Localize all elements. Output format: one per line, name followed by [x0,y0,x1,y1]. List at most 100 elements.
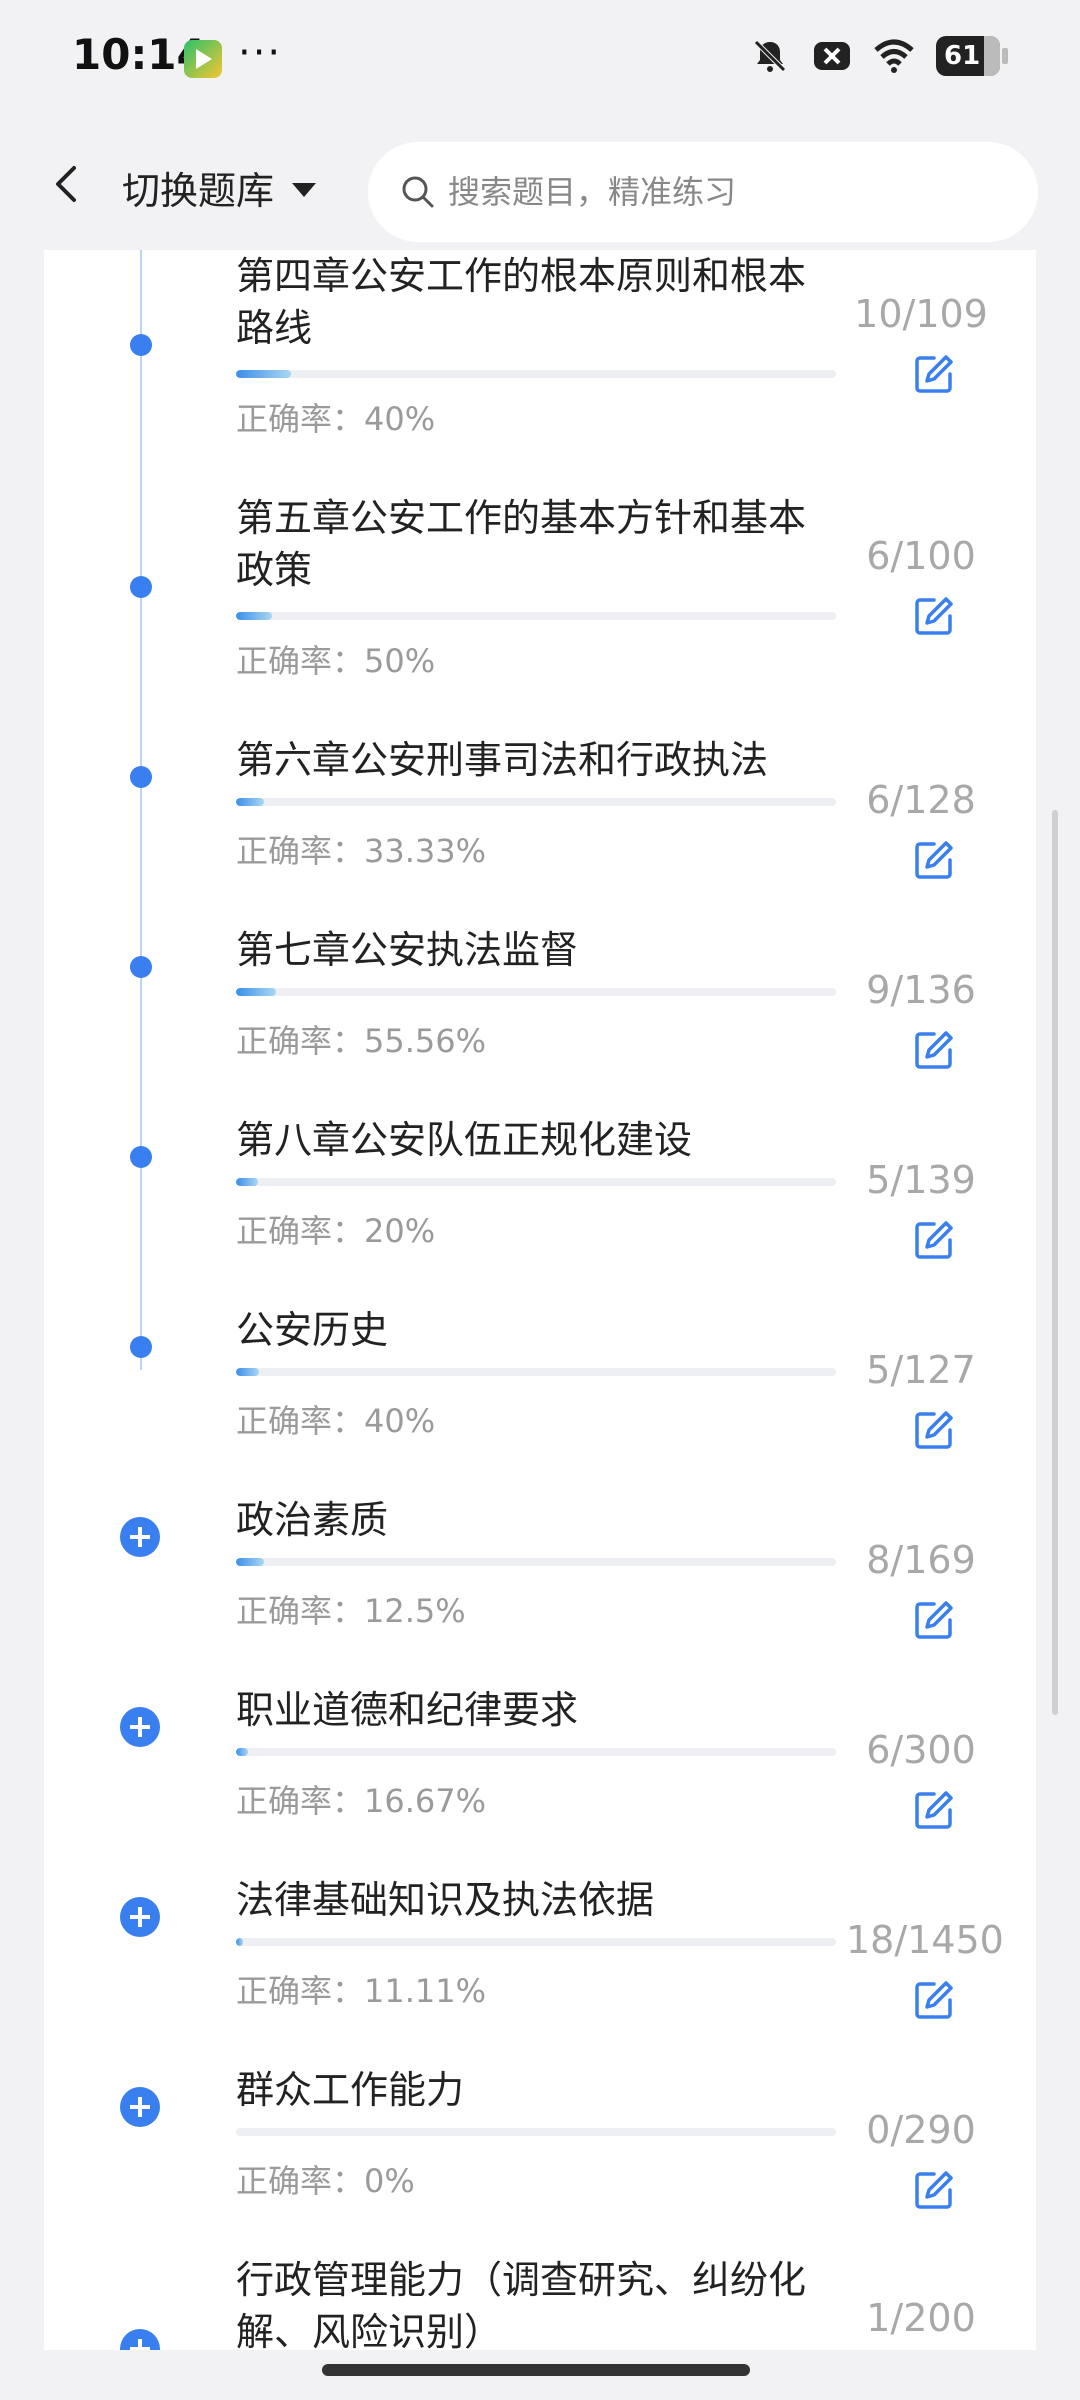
wifi-icon [874,39,914,73]
edit-practice-icon[interactable] [912,2168,956,2212]
edit-practice-icon[interactable] [912,1788,956,1832]
battery-icon: 61 [936,36,1008,76]
progress-fill [236,1368,260,1376]
search-icon [402,176,434,208]
chapter-title: 公安历史 [236,1308,389,1352]
timeline-dot [130,956,152,978]
chapter-title: 职业道德和纪律要求 [236,1688,579,1732]
question-count: 5/127 [866,1348,976,1392]
chapter-row[interactable]: 群众工作能力 正确率：0% 0/290 [44,2064,1036,2254]
edit-practice-icon[interactable] [912,1978,956,2022]
progress-fill [236,988,276,996]
chapter-title: 第七章公安执法监督 [236,928,579,972]
bell-muted-icon [754,40,786,72]
expand-plus-icon[interactable] [120,1897,160,1937]
battery-level: 61 [944,41,981,71]
chapter-title: 法律基础知识及执法依据 [236,1878,655,1922]
more-notifications-icon: ··· [238,30,283,76]
accuracy-text: 正确率：40% [236,400,436,438]
chapter-list: 第四章公安工作的根本原则和根本路线 正确率：40% 10/109 第五章公安工作的基… [44,250,1036,2350]
progress-fill [236,1938,244,1946]
chapter-row[interactable]: 第八章公安队伍正规化建设正确率：20% 5/139 [44,1114,1036,1304]
question-count: 8/169 [866,1538,976,1582]
chapter-row[interactable]: 政治素质正确率：12.5% 8/169 [44,1494,1036,1684]
expand-plus-icon[interactable] [120,2329,160,2350]
progress-bar [236,798,836,806]
question-count: 6/100 [866,534,976,578]
home-indicator[interactable] [322,2364,750,2376]
progress-bar [236,1558,836,1566]
back-arrow-icon[interactable] [44,160,92,208]
chapter-title: 政治素质 [236,1498,389,1542]
search-input[interactable] [448,173,1008,211]
accuracy-text: 正确率：0% [236,2162,415,2200]
app-notification-icon [184,40,222,78]
expand-plus-icon[interactable] [120,2087,160,2127]
edit-practice-icon[interactable] [912,1218,956,1262]
accuracy-text: 正确率：12.5% [236,1592,466,1630]
progress-fill [236,1178,258,1186]
chapter-row[interactable]: 第五章公安工作的基本方针和基本政策正确率：50% 6/100 [44,492,1036,682]
accuracy-text: 正确率：55.56% [236,1022,487,1060]
chapter-title: 行政管理能力（调查研究、纠纷化解、风险识别） [236,2258,807,2350]
question-count: 5/139 [866,1158,976,1202]
chapter-title: 第八章公安队伍正规化建设 [236,1118,693,1162]
chapter-row[interactable]: 公安历史正确率：40% 5/127 [44,1304,1036,1494]
edit-practice-icon[interactable] [912,1598,956,1642]
progress-bar [236,2128,836,2136]
chapter-row[interactable]: 第六章公安刑事司法和行政执法正确率：33.33% 6/128 [44,734,1036,924]
question-count: 1/200 [866,2296,976,2340]
chapter-title: 第六章公安刑事司法和行政执法 [236,738,769,782]
edit-practice-icon[interactable] [912,838,956,882]
edit-practice-icon[interactable] [912,352,956,396]
question-count: 10/109 [854,292,988,336]
timeline-dot [130,1336,152,1358]
timeline-dot [130,1146,152,1168]
progress-bar [236,612,836,620]
progress-fill [236,1558,265,1566]
caret-down-icon [292,182,317,197]
accuracy-text: 正确率：20% [236,1212,436,1250]
edit-practice-icon[interactable] [912,1408,956,1452]
chapter-row[interactable]: 职业道德和纪律要求正确率：16.67% 6/300 [44,1684,1036,1874]
question-count: 9/136 [866,968,976,1012]
progress-fill [236,370,292,378]
timeline-dot [130,576,152,598]
switch-question-bank-label: 切换题库 [122,169,275,213]
accuracy-text: 正确率：50% [236,642,436,680]
expand-plus-icon[interactable] [120,1707,160,1747]
status-bar: 10:14 ··· 61 [0,0,1080,120]
close-box-icon [814,42,850,70]
progress-bar [236,1938,836,1946]
progress-fill [236,798,265,806]
accuracy-text: 正确率：40% [236,1402,436,1440]
chapter-row[interactable]: 第七章公安执法监督正确率：55.56% 9/136 [44,924,1036,1114]
accuracy-text: 正确率：16.67% [236,1782,487,1820]
top-bar: 切换题库 [0,120,1080,250]
chapter-row[interactable]: 第四章公安工作的根本原则和根本路线 正确率：40% 10/109 [44,250,1036,440]
progress-fill [236,1748,248,1756]
progress-bar [236,1368,836,1376]
question-count: 6/300 [866,1728,976,1772]
edit-practice-icon[interactable] [912,594,956,638]
expand-plus-icon[interactable] [120,1517,160,1557]
progress-bar [236,988,836,996]
chapter-row[interactable]: 行政管理能力（调查研究、纠纷化解、风险识别） 1/200 [44,2254,1036,2350]
scrollbar[interactable] [1052,810,1058,1715]
switch-question-bank-button[interactable]: 切换题库 [122,160,317,215]
chapter-title: 群众工作能力 [236,2068,465,2112]
progress-bar [236,370,836,378]
accuracy-text: 正确率：11.11% [236,1972,487,2010]
question-count: 6/128 [866,778,976,822]
timeline-dot [130,766,152,788]
question-count: 18/1450 [846,1918,1004,1962]
progress-fill [236,612,272,620]
progress-bar [236,1748,836,1756]
edit-practice-icon[interactable] [912,1028,956,1072]
chapter-title: 第五章公安工作的基本方针和基本政策 [236,496,807,592]
timeline-dot [130,334,152,356]
chapter-row[interactable]: 法律基础知识及执法依据正确率：11.11% 18/1450 [44,1874,1036,2064]
search-bar[interactable] [368,142,1038,242]
status-icons: 61 [750,36,1008,76]
accuracy-text: 正确率：33.33% [236,832,487,870]
